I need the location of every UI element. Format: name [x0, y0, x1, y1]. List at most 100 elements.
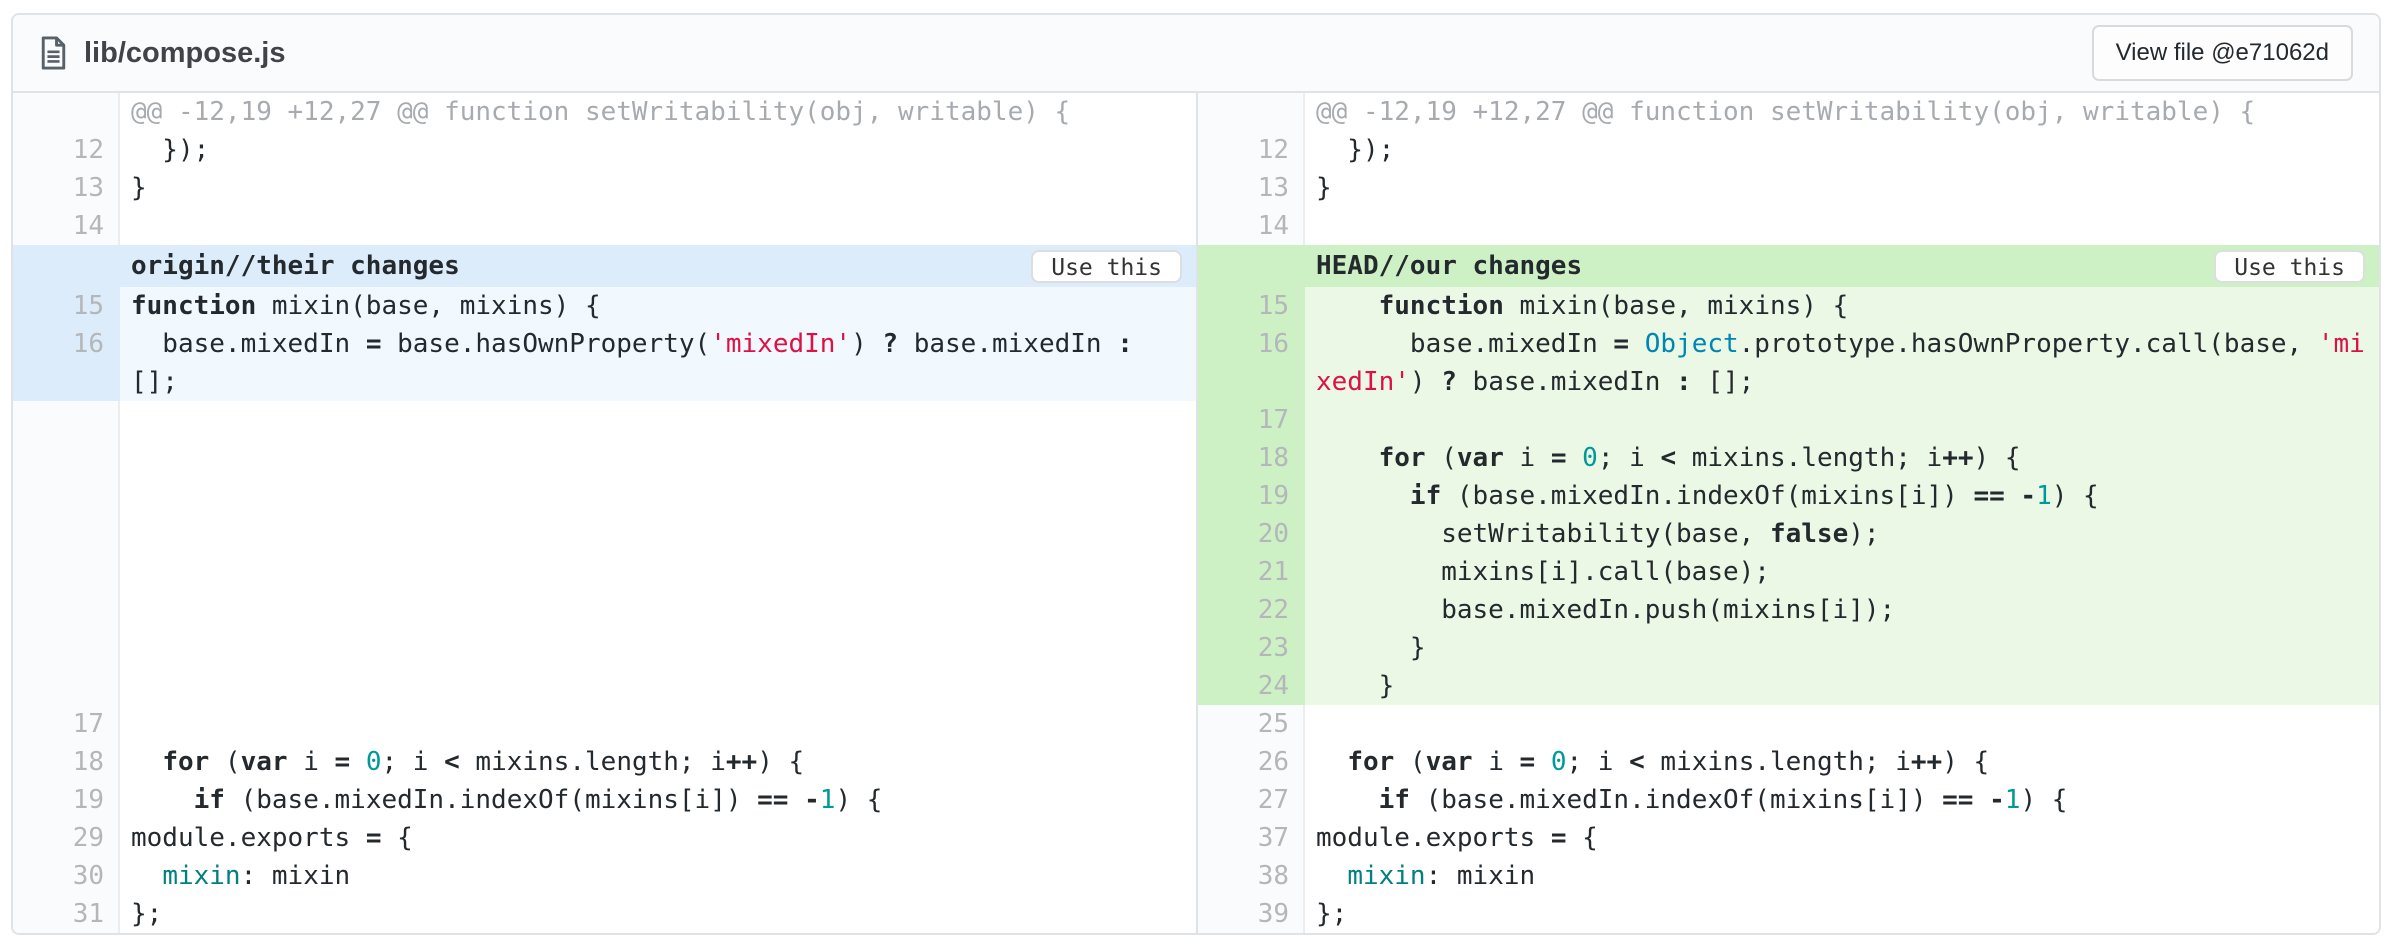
code-text: if (base.mixedIn.indexOf(mixins[i]) == -… [1305, 477, 2379, 515]
code-line: 16 base.mixedIn = Object.prototype.hasOw… [1198, 325, 2379, 363]
line-number: 27 [1198, 781, 1305, 819]
code-line: 19 if (base.mixedIn.indexOf(mixins[i]) =… [1198, 477, 2379, 515]
code-text [1305, 705, 2379, 743]
code-text: if (base.mixedIn.indexOf(mixins[i]) == -… [1305, 781, 2379, 819]
code-text: }); [120, 131, 1196, 169]
use-this-button-their[interactable]: Use this [1031, 250, 1182, 283]
line-number: 21 [1198, 553, 1305, 591]
diff-cell-right: @@ -12,19 +12,27 @@ function setWritabil… [1196, 93, 2379, 131]
code-line: 15 function mixin(base, mixins) { [1198, 287, 2379, 325]
line-number: 31 [13, 895, 120, 933]
code-line: 23 } [1198, 629, 2379, 667]
line-number: 23 [1198, 629, 1305, 667]
line-number: 16 [13, 325, 120, 363]
line-number [13, 363, 120, 401]
line-number: 18 [1198, 439, 1305, 477]
code-text: } [1305, 667, 2379, 705]
code-line: 18 for (var i = 0; i < mixins.length; i+… [1198, 439, 2379, 477]
use-this-button-ours[interactable]: Use this [2214, 250, 2365, 283]
code-line: 39}; [1198, 895, 2379, 933]
diff-cell-right: 39}; [1196, 895, 2379, 933]
code-line: 31}; [13, 895, 1196, 933]
conflict-header-their: origin//their changes Use this [13, 245, 1196, 287]
code-text: base.mixedIn = Object.prototype.hasOwnPr… [1305, 325, 2379, 363]
line-number: 16 [1198, 325, 1305, 363]
code-text: }); [1305, 131, 2379, 169]
code-text: setWritability(base, false); [1305, 515, 2379, 553]
code-line: 29module.exports = { [13, 819, 1196, 857]
diff-cell-right: 14 [1196, 207, 2379, 245]
code-line: []; [13, 363, 1196, 401]
diff-cell-right: 27 if (base.mixedIn.indexOf(mixins[i]) =… [1196, 781, 2379, 819]
code-line: 37module.exports = { [1198, 819, 2379, 857]
line-number: 12 [1198, 131, 1305, 169]
code-line: 12 }); [1198, 131, 2379, 169]
code-text: }; [1305, 895, 2379, 933]
code-text: } [1305, 629, 2379, 667]
code-line: 20 setWritability(base, false); [1198, 515, 2379, 553]
code-text: module.exports = { [1305, 819, 2379, 857]
line-number: 15 [1198, 287, 1305, 325]
code-line: 21 mixins[i].call(base); [1198, 553, 2379, 591]
code-text: mixin: mixin [1305, 857, 2379, 895]
line-number: 37 [1198, 819, 1305, 857]
conflict-block-ours: HEAD//our changesUse this15 function mix… [1198, 245, 2379, 705]
line-number: 38 [1198, 857, 1305, 895]
file-header: lib/compose.js View file @e71062d [13, 15, 2379, 93]
code-text: base.mixedIn = base.hasOwnProperty('mixe… [120, 325, 1196, 363]
code-line: 27 if (base.mixedIn.indexOf(mixins[i]) =… [1198, 781, 2379, 819]
hunk-header: @@ -12,19 +12,27 @@ function setWritabil… [13, 93, 1196, 131]
code-text: @@ -12,19 +12,27 @@ function setWritabil… [1305, 93, 2379, 131]
code-text: @@ -12,19 +12,27 @@ function setWritabil… [120, 93, 1196, 131]
line-number: 30 [13, 857, 120, 895]
code-text [1305, 207, 2379, 245]
line-number: 29 [13, 819, 120, 857]
code-text: mixins[i].call(base); [1305, 553, 2379, 591]
code-line: 16 base.mixedIn = base.hasOwnProperty('m… [13, 325, 1196, 363]
line-number: 22 [1198, 591, 1305, 629]
line-number: 26 [1198, 743, 1305, 781]
code-text: xedIn') ? base.mixedIn : []; [1305, 363, 2379, 401]
code-text: function mixin(base, mixins) { [1305, 287, 2379, 325]
code-line: 25 [1198, 705, 2379, 743]
diff-cell-right: 13} [1196, 169, 2379, 207]
code-text: function mixin(base, mixins) { [120, 287, 1196, 325]
line-number: 14 [1198, 207, 1305, 245]
line-number: 13 [13, 169, 120, 207]
code-line: 13} [1198, 169, 2379, 207]
code-text: base.mixedIn.push(mixins[i]); [1305, 591, 2379, 629]
file-name: lib/compose.js [84, 37, 285, 70]
diff-cell-left: 13} [13, 169, 1196, 207]
code-text: mixin: mixin [120, 857, 1196, 895]
line-number: 20 [1198, 515, 1305, 553]
diff-cell-right: 38 mixin: mixin [1196, 857, 2379, 895]
line-number: 24 [1198, 667, 1305, 705]
code-line: 13} [13, 169, 1196, 207]
view-file-button[interactable]: View file @e71062d [2092, 25, 2353, 81]
diff-cell-left: 18 for (var i = 0; i < mixins.length; i+… [13, 743, 1196, 781]
diff-cell-conflict-left: origin//their changesUse this15function … [13, 245, 1196, 705]
code-line: 19 if (base.mixedIn.indexOf(mixins[i]) =… [13, 781, 1196, 819]
code-text: if (base.mixedIn.indexOf(mixins[i]) == -… [120, 781, 1196, 819]
diff-cell-left: 29module.exports = { [13, 819, 1196, 857]
hunk-header: @@ -12,19 +12,27 @@ function setWritabil… [1198, 93, 2379, 131]
file-icon [39, 36, 68, 70]
diff-cell-left: 19 if (base.mixedIn.indexOf(mixins[i]) =… [13, 781, 1196, 819]
diff-cell-right: 26 for (var i = 0; i < mixins.length; i+… [1196, 743, 2379, 781]
code-line: 17 [13, 705, 1196, 743]
diff-cell-right: 25 [1196, 705, 2379, 743]
line-number [13, 93, 120, 131]
diff-cell-conflict-right: HEAD//our changesUse this15 function mix… [1196, 245, 2379, 705]
line-number: 13 [1198, 169, 1305, 207]
line-number: 19 [13, 781, 120, 819]
code-text: for (var i = 0; i < mixins.length; i++) … [1305, 743, 2379, 781]
line-number: 17 [1198, 401, 1305, 439]
diff-cell-left: @@ -12,19 +12,27 @@ function setWritabil… [13, 93, 1196, 131]
line-number: 18 [13, 743, 120, 781]
diff-cell-left: 30 mixin: mixin [13, 857, 1196, 895]
conflict-label-their: origin//their changes [13, 251, 460, 281]
conflict-block-their: origin//their changesUse this15function … [13, 245, 1196, 401]
code-text: []; [120, 363, 1196, 401]
code-text [120, 207, 1196, 245]
code-text [120, 705, 1196, 743]
